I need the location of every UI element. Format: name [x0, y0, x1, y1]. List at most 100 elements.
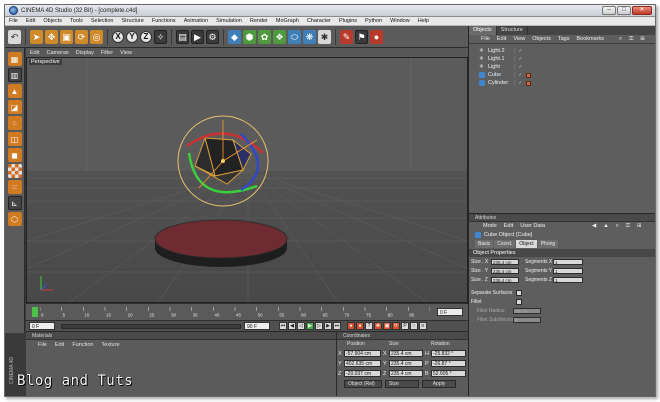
objects-menu-edit[interactable]: Edit — [497, 36, 506, 42]
uv-points-icon[interactable]: ⁙ — [7, 180, 22, 194]
move-icon[interactable]: ✥ — [45, 29, 58, 44]
menu-tools[interactable]: Tools — [70, 18, 83, 24]
recent-tools-icon[interactable]: ◎ — [90, 29, 103, 44]
list-item-cube[interactable]: Cube ⋮ ✓ — [469, 71, 655, 79]
material-tag-icon[interactable] — [526, 80, 531, 86]
record-active-icon[interactable]: ● — [347, 322, 355, 330]
go-to-start-icon[interactable]: ⏮ — [279, 322, 287, 330]
size-z-input[interactable]: 235.4 cm — [491, 277, 519, 283]
point-level-icon[interactable]: ⁘ — [410, 322, 418, 330]
current-frame-marker[interactable] — [32, 307, 38, 317]
position-y-field[interactable]: 402.635 cm — [344, 360, 381, 367]
menu-mograph[interactable]: MoGraph — [276, 18, 299, 24]
expand-icon[interactable]: ⊞ — [640, 36, 645, 42]
workplane-mode-icon[interactable]: ◪ — [7, 100, 22, 114]
fillet-checkbox[interactable] — [516, 299, 522, 305]
list-item-light-2[interactable]: ✳ Light.2 ⋮ ✓ — [469, 47, 655, 55]
z-axis-icon[interactable]: Z — [140, 30, 152, 43]
object-visibility-flags[interactable]: ⋮ ✓ — [512, 64, 526, 70]
position-z-field[interactable]: -20.037 cm — [344, 370, 381, 377]
scale-icon[interactable]: ▣ — [60, 29, 73, 44]
menu-render[interactable]: Render — [250, 18, 268, 24]
back-arrow-icon[interactable]: ◀ — [592, 223, 596, 229]
undo-icon[interactable]: ↶ — [8, 29, 21, 44]
materials-menu-file[interactable]: File — [38, 342, 47, 348]
object-visibility-flags[interactable]: ⋮ ✓ — [512, 48, 526, 54]
lock-icon[interactable]: ⚿ — [626, 223, 630, 230]
lock-icon[interactable]: ⚿ — [629, 36, 633, 43]
close-button[interactable]: ✕ — [632, 6, 652, 15]
render-settings-icon[interactable]: ⚙ — [206, 29, 219, 44]
menu-functions[interactable]: Functions — [152, 18, 176, 24]
coordinate-mode-dropdown[interactable]: Object (Rel) — [344, 380, 382, 388]
live-selection-icon[interactable]: ➤ — [30, 29, 43, 44]
viewport-menu-cameras[interactable]: Cameras — [46, 50, 68, 56]
scene-icon[interactable]: ❋ — [303, 29, 316, 44]
size-x-input[interactable]: 235.4 cm — [491, 259, 519, 265]
object-visibility-flags[interactable]: ⋮ ✓ — [512, 56, 526, 62]
tab-structure[interactable]: Structure — [497, 26, 528, 35]
material-tag-icon[interactable] — [526, 72, 531, 78]
keyframe-selection-icon[interactable]: ? — [365, 322, 373, 330]
model-mode-icon[interactable]: ▥ — [7, 68, 22, 82]
rotation-key-icon[interactable]: ⟳ — [392, 322, 400, 330]
segments-z-input[interactable]: 1 — [553, 277, 583, 283]
segments-y-input[interactable]: 1 — [553, 268, 583, 274]
coordinate-system-icon[interactable]: ✧ — [154, 29, 167, 44]
rotate-icon[interactable]: ⟳ — [75, 29, 88, 44]
tab-basic[interactable]: Basic — [475, 240, 494, 248]
texture-mode-icon[interactable]: ▲ — [7, 84, 22, 98]
objects-menu-tags[interactable]: Tags — [558, 36, 570, 42]
rotation-h-field[interactable]: -25.832 ° — [431, 350, 466, 357]
menu-objects[interactable]: Objects — [43, 18, 62, 24]
object-visibility-flags[interactable]: ⋮ ✓ — [512, 72, 526, 78]
perspective-viewport[interactable]: Perspective — [26, 57, 468, 303]
list-item-cylinder[interactable]: Cylinder ⋮ ✓ — [469, 79, 655, 87]
maximize-button[interactable]: □ — [617, 6, 631, 15]
rotation-p-field[interactable]: -26.87 ° — [431, 360, 466, 367]
tab-object[interactable]: Object — [516, 240, 537, 248]
cube-icon[interactable]: ◆ — [228, 29, 241, 44]
end-frame-field[interactable]: 90 F — [244, 322, 270, 330]
size-y-field[interactable]: 235.4 cm — [389, 360, 423, 367]
make-editable-icon[interactable]: ▦ — [7, 52, 22, 66]
tab-coord[interactable]: Coord. — [494, 240, 516, 248]
render-picture-icon[interactable]: ▶ — [191, 29, 204, 44]
light-icon[interactable]: ✎ — [340, 29, 353, 44]
materials-menu-texture[interactable]: Texture — [101, 342, 119, 348]
rotation-b-field[interactable]: 52.605 ° — [431, 370, 466, 377]
menu-help[interactable]: Help — [418, 18, 429, 24]
start-frame-field[interactable]: 0 F — [29, 322, 55, 330]
list-item-light[interactable]: ✳ Light ⋮ ✓ — [469, 63, 655, 71]
minimize-button[interactable]: – — [602, 6, 616, 15]
tab-objects[interactable]: Objects — [469, 26, 497, 35]
deformer-icon[interactable]: ⬭ — [288, 29, 301, 44]
apply-button[interactable]: Apply — [422, 380, 456, 388]
play-icon[interactable]: ▶ — [306, 322, 314, 330]
render-view-icon[interactable]: ▤ — [176, 29, 189, 44]
menu-selection[interactable]: Selection — [91, 18, 114, 24]
segments-x-input[interactable]: 1 — [553, 259, 583, 265]
timeline-menu-icon[interactable]: ≡ — [419, 322, 427, 330]
size-x-field[interactable]: 235.4 cm — [389, 350, 423, 357]
viewport-menu-display[interactable]: Display — [76, 50, 94, 56]
separate-surfaces-checkbox[interactable] — [516, 290, 522, 296]
viewport-menu-view[interactable]: View — [120, 50, 132, 56]
go-to-end-icon[interactable]: ⏭ — [333, 322, 341, 330]
size-y-input[interactable]: 235.4 cm — [491, 268, 519, 274]
frame-range-slider[interactable] — [61, 323, 241, 329]
menu-animation[interactable]: Animation — [184, 18, 208, 24]
materials-menu-edit[interactable]: Edit — [55, 342, 64, 348]
menu-file[interactable]: File — [9, 18, 18, 24]
edges-mode-icon[interactable]: ◫ — [7, 132, 22, 146]
uv-polygons-icon[interactable] — [7, 164, 22, 178]
objects-menu-bookmarks[interactable]: Bookmarks — [576, 36, 604, 42]
autokey-icon[interactable]: ● — [356, 322, 364, 330]
tab-phong[interactable]: Phong — [537, 240, 559, 248]
position-x-field[interactable]: -57.904 cm — [344, 350, 381, 357]
next-key-icon[interactable]: ▶ — [324, 322, 332, 330]
viewport-menu-filter[interactable]: Filter — [101, 50, 113, 56]
size-mode-dropdown[interactable]: Size — [385, 380, 419, 388]
current-frame-field[interactable]: 0 F — [437, 308, 463, 316]
menu-python[interactable]: Python — [365, 18, 382, 24]
